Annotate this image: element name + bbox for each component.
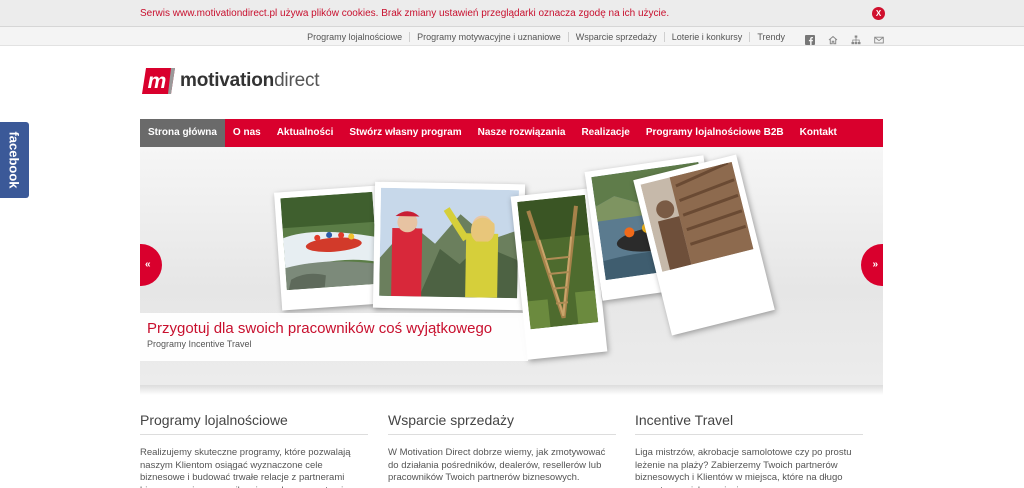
nav-item-projects[interactable]: Realizacje (573, 119, 637, 147)
facebook-tab-label: facebook (6, 131, 22, 189)
nav-item-news[interactable]: Aktualności (269, 119, 342, 147)
logo-word-bold: motivation (180, 70, 275, 91)
home-icon[interactable] (828, 32, 838, 44)
column-sales-support: Wsparcie sprzedaży W Motivation Direct d… (388, 412, 616, 485)
facebook-side-tab[interactable]: facebook (0, 122, 29, 198)
hikers-image (379, 187, 519, 299)
top-link-loyalty[interactable]: Programy lojalnościowe (300, 31, 411, 42)
nav-item-contact[interactable]: Kontakt (792, 119, 845, 147)
rafting-image (280, 191, 379, 291)
cookie-close-button[interactable]: X (872, 7, 885, 20)
cookie-bar: Serwis www.motivationdirect.pl używa pli… (0, 0, 1024, 27)
top-link-sales-support[interactable]: Wsparcie sprzedaży (569, 31, 665, 42)
nav-item-loyalty-b2b[interactable]: Programy lojalnościowe B2B (638, 119, 792, 147)
column-incentive-travel-text: Liga mistrzów, akrobacje samolotowe czy … (635, 447, 852, 488)
column-incentive-travel-title[interactable]: Incentive Travel (635, 412, 863, 435)
slider-next-button[interactable]: » (861, 244, 883, 286)
top-utility-nav: Programy lojalnościowe Programy motywacy… (300, 27, 884, 46)
cookie-notice-text: Serwis www.motivationdirect.pl używa pli… (140, 8, 670, 19)
mail-icon[interactable] (874, 32, 884, 43)
top-link-lotteries[interactable]: Loterie i konkursy (665, 31, 751, 42)
site-logo[interactable]: m motivationdirect (141, 66, 320, 96)
bridge-image (517, 194, 599, 330)
hero-slider: « » Przygotuj dla swoich pracowników coś… (140, 147, 883, 385)
slide-caption-subtitle: Programy Incentive Travel (147, 339, 252, 349)
hero-shadow (140, 385, 883, 395)
nav-item-about[interactable]: O nas (225, 119, 269, 147)
logo-mark-icon: m (142, 68, 175, 94)
column-loyalty: Programy lojalnościowe Realizujemy skute… (140, 412, 368, 488)
nav-item-create-program[interactable]: Stwórz własny program (341, 119, 469, 147)
top-link-trends[interactable]: Trendy (750, 32, 792, 42)
slider-prev-button[interactable]: « (140, 244, 162, 286)
slide-photo-culture (633, 154, 775, 336)
logo-wordmark: motivationdirect (180, 70, 320, 92)
main-nav: Strona główna O nas Aktualności Stwórz w… (140, 119, 883, 147)
column-loyalty-text: Realizujemy skuteczne programy, które po… (140, 447, 351, 488)
slide-photo-hikers (372, 181, 526, 311)
column-sales-support-text: W Motivation Direct dobrze wiemy, jak zm… (388, 447, 606, 484)
column-incentive-travel: Incentive Travel Liga mistrzów, akrobacj… (635, 412, 863, 488)
sitemap-icon[interactable] (851, 32, 861, 44)
slide-caption[interactable]: Przygotuj dla swoich pracowników coś wyj… (140, 313, 528, 361)
slide-caption-title: Przygotuj dla swoich pracowników coś wyj… (147, 320, 493, 337)
slide-photo-rafting (274, 185, 386, 311)
column-loyalty-title[interactable]: Programy lojalnościowe (140, 412, 368, 435)
top-utility-bar: Programy lojalnościowe Programy motywacy… (0, 27, 1024, 46)
nav-item-solutions[interactable]: Nasze rozwiązania (470, 119, 574, 147)
culture-image (640, 161, 754, 272)
nav-item-home[interactable]: Strona główna (140, 119, 225, 147)
top-link-motivation[interactable]: Programy motywacyjne i uznaniowe (410, 31, 569, 42)
logo-word-light: direct (274, 70, 320, 91)
facebook-icon[interactable] (805, 32, 815, 45)
logo-mark-letter: m (148, 70, 167, 93)
column-sales-support-title[interactable]: Wsparcie sprzedaży (388, 412, 616, 435)
